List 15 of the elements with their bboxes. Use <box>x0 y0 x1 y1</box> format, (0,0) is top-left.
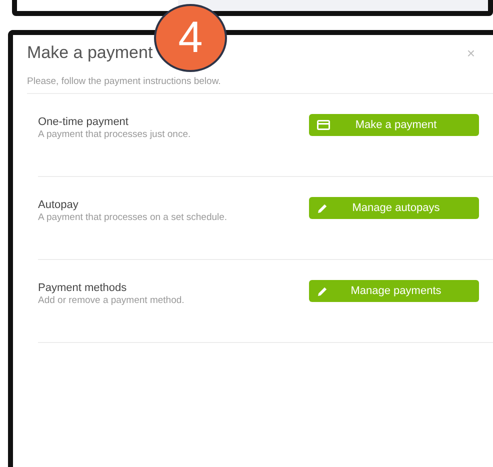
modal-title: Make a payment <box>27 43 153 63</box>
section-title: Autopay <box>38 199 80 211</box>
close-button[interactable]: × <box>466 45 475 61</box>
section-description: A payment that processes on a set schedule. <box>38 212 228 223</box>
section-title: Payment methods <box>38 282 128 294</box>
manage-button[interactable]: Manage autopays <box>309 197 479 219</box>
pencil-icon <box>317 202 328 214</box>
modal-subtitle: Please, follow the payment instructions below. <box>27 76 493 94</box>
manage-button[interactable]: Manage payments <box>309 280 479 302</box>
section-title: One-time payment <box>38 116 130 128</box>
make-payment-button[interactable]: Make a payment <box>309 114 479 136</box>
pencil-icon <box>317 286 328 296</box>
section-description: Add or remove a payment method. <box>38 295 184 306</box>
section-description: A payment that processes just once. <box>38 129 191 140</box>
credit-card-icon <box>317 120 330 130</box>
